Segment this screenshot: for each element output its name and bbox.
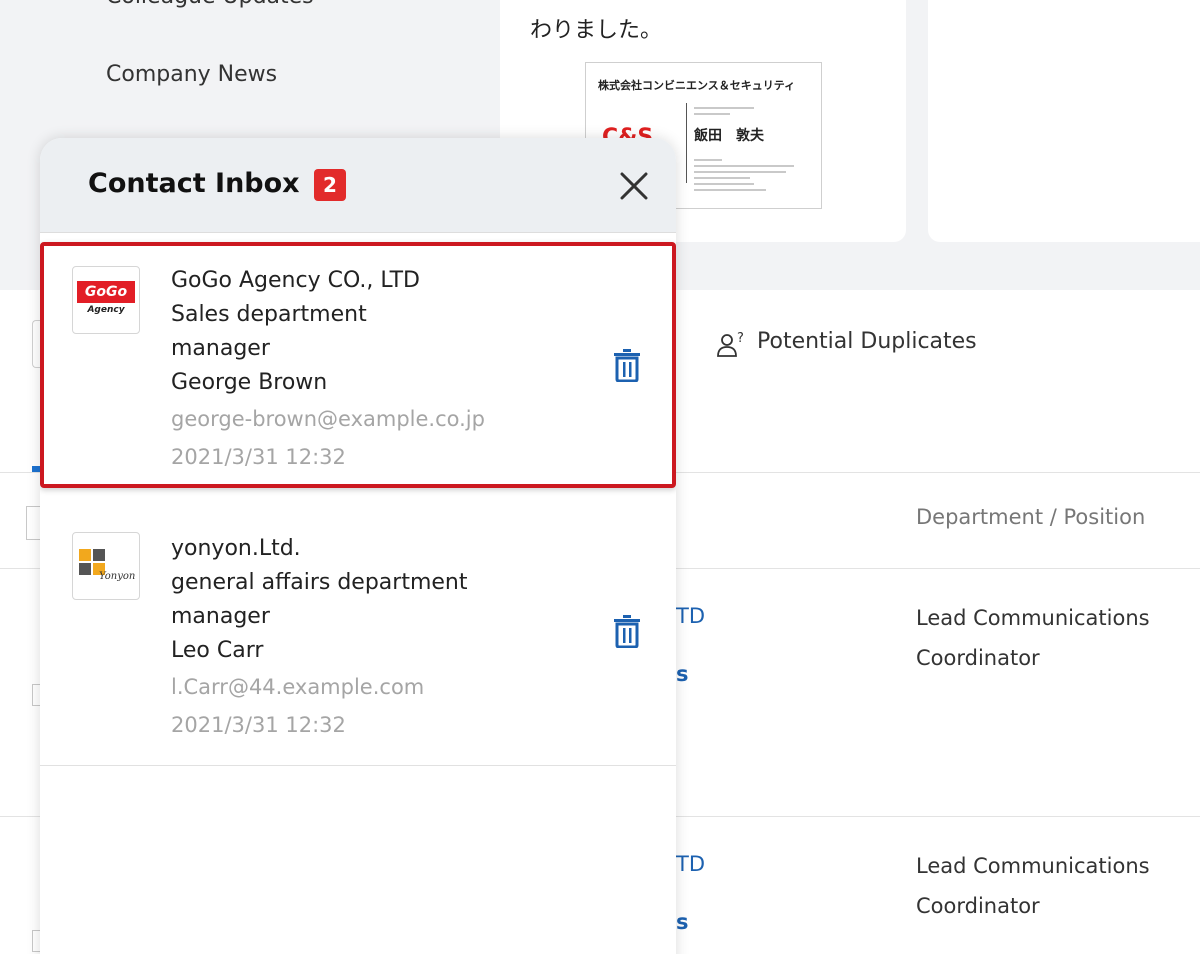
row-role: Lead Communications — [916, 854, 1150, 878]
card-text-line — [694, 159, 722, 161]
logo-square — [93, 549, 105, 561]
contact-date: 2021/3/31 12:32 — [171, 713, 346, 737]
contact-email: l.Carr@44.example.com — [171, 675, 425, 699]
contact-email: george-brown@example.co.jp — [171, 407, 485, 431]
column-header-department: Department / Position — [916, 505, 1146, 529]
logo-text: GoGo — [77, 281, 135, 303]
modal-title: Contact Inbox — [88, 168, 300, 199]
row-name-link[interactable]: s — [676, 662, 689, 686]
row-role: Lead Communications — [916, 606, 1150, 630]
contact-department: general affairs department — [171, 570, 468, 595]
row-company-link[interactable]: TD — [676, 604, 705, 628]
trash-icon[interactable] — [612, 348, 642, 382]
close-icon[interactable] — [616, 168, 652, 204]
contact-details: yonyon.Ltd. general affairs department m… — [171, 532, 468, 744]
card-company: 株式会社コンビニエンス＆セキュリティ — [598, 79, 796, 92]
contact-position: manager — [171, 604, 270, 629]
contact-department: Sales department — [171, 302, 367, 327]
logo-text: Yonyon — [99, 571, 136, 582]
contact-position: manager — [171, 336, 270, 361]
contact-company: yonyon.Ltd. — [171, 536, 301, 561]
count-badge: 2 — [314, 169, 346, 201]
company-logo: GoGo Agency — [72, 266, 140, 334]
side-panel — [928, 0, 1200, 242]
modal-header: Contact Inbox 2 — [40, 138, 676, 233]
logo-square — [79, 549, 91, 561]
logo-square — [79, 563, 91, 575]
card-person-name: 飯田 敦夫 — [694, 128, 764, 144]
row-name-link[interactable]: s — [676, 910, 689, 934]
contact-name: George Brown — [171, 370, 328, 395]
row-role: Coordinator — [916, 646, 1040, 670]
row-role: Coordinator — [916, 894, 1040, 918]
logo-text: Agency — [87, 305, 125, 315]
card-text-line — [694, 107, 754, 109]
row-company-link[interactable]: TD — [676, 852, 705, 876]
potential-duplicates-tab[interactable]: Potential Duplicates — [757, 329, 977, 354]
card-text-line — [694, 189, 766, 191]
contact-details: GoGo Agency CO., LTD Sales department ma… — [171, 264, 485, 476]
contact-inbox-item[interactable]: Yonyon yonyon.Ltd. general affairs depar… — [40, 500, 676, 766]
nav-item-company-news[interactable]: Company News — [106, 62, 277, 87]
contact-inbox-modal: Contact Inbox 2 GoGo Agency GoGo Agency … — [40, 138, 676, 954]
trash-icon[interactable] — [612, 614, 642, 648]
contact-company: GoGo Agency CO., LTD — [171, 268, 420, 293]
card-divider — [686, 103, 687, 183]
contact-inbox-item[interactable]: GoGo Agency GoGo Agency CO., LTD Sales d… — [40, 242, 676, 488]
card-text-line — [694, 165, 794, 167]
nav-item-colleague-updates[interactable]: Colleague Updates — [106, 0, 314, 9]
card-text-line — [694, 183, 754, 185]
post-text: わりました。 — [530, 18, 663, 43]
svg-text:?: ? — [737, 331, 744, 346]
contact-name: Leo Carr — [171, 638, 264, 663]
contact-date: 2021/3/31 12:32 — [171, 445, 346, 469]
card-text-line — [694, 171, 786, 173]
person-question-icon: ? — [717, 331, 744, 357]
card-text-line — [694, 177, 750, 179]
company-logo: Yonyon — [72, 532, 140, 600]
card-text-line — [694, 113, 730, 115]
